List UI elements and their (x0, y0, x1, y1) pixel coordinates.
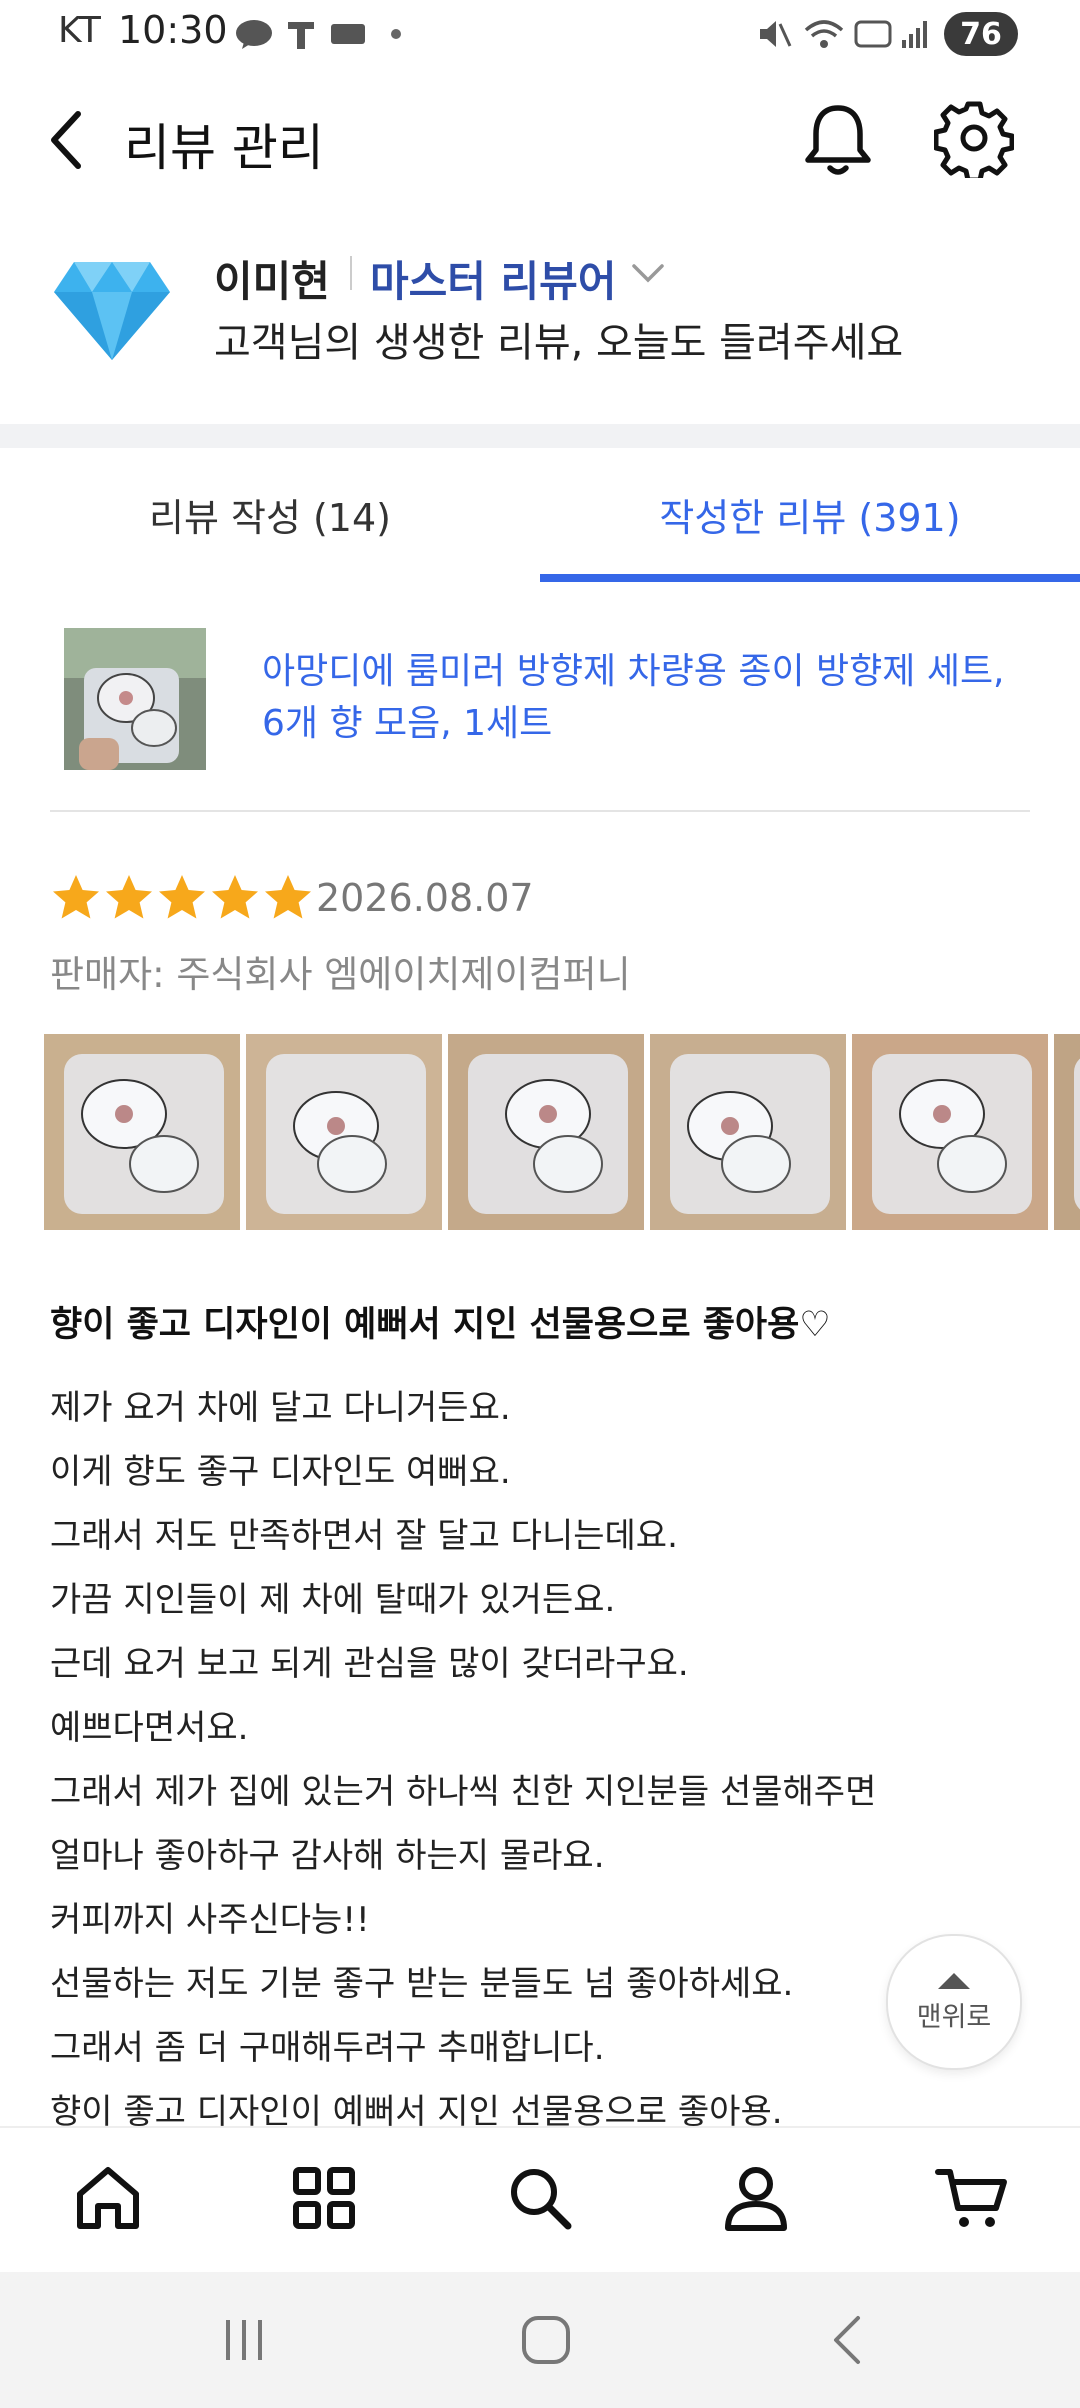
star-icon (53, 875, 99, 919)
back-icon[interactable] (40, 100, 100, 180)
search-icon[interactable] (502, 2160, 578, 2236)
star-icon (159, 875, 205, 919)
back-button-icon[interactable] (826, 2312, 870, 2368)
system-navigation-bar (0, 2272, 1080, 2408)
review-body: 제가 요거 차에 달고 다니거든요. 이게 향도 좋구 디자인도 여뻐요. 그래서 … (50, 1376, 1030, 2144)
gear-icon[interactable] (934, 98, 1014, 178)
review-photo[interactable] (852, 1034, 1048, 1230)
review-body-line: 커피까지 사주신다능!! (50, 1900, 370, 1940)
scroll-to-top-button[interactable]: 맨위로 (886, 1934, 1022, 2070)
page-title: 리뷰 관리 (124, 119, 324, 177)
my-account-icon[interactable] (718, 2160, 794, 2236)
battery-indicator: 76 (944, 12, 1018, 56)
seller-name: 판매자: 주식회사 엠에이치제이컴퍼니 (50, 953, 631, 996)
product-thumbnail[interactable] (64, 628, 206, 770)
review-body-line: 그래서 좀 더 구매해두려구 추매합니다. (50, 2028, 605, 2068)
star-icon (212, 875, 258, 919)
review-photo-image (1074, 1058, 1080, 1210)
review-photo-image (468, 1054, 628, 1214)
arrow-up-icon (938, 1972, 970, 1989)
review-photo[interactable] (650, 1034, 846, 1230)
review-photo[interactable] (1054, 1034, 1080, 1230)
review-date: 2026.08.07 (316, 876, 534, 920)
signal-icon (902, 21, 927, 48)
review-photo-strip[interactable] (44, 1034, 1080, 1230)
review-title: 향이 좋고 디자인이 예뻐서 지인 선물용으로 좋아용♡ (50, 1305, 831, 1345)
bell-icon[interactable] (800, 98, 876, 180)
user-name: 이미현 (214, 257, 330, 306)
review-body-line: 예쁘다면서요. (50, 1708, 249, 1748)
clock: 10:30 (118, 8, 228, 52)
review-photo-image (872, 1054, 1032, 1214)
tab-label: 작성한 리뷰 (391) (659, 495, 961, 540)
star-icon (265, 875, 311, 919)
product-image (64, 628, 206, 770)
tab-label: 리뷰 작성 (14) (148, 495, 391, 540)
scroll-to-top-label: 맨위로 (916, 2001, 992, 2033)
review-photo[interactable] (448, 1034, 644, 1230)
hd-icon (854, 20, 892, 48)
chevron-down-icon[interactable] (630, 258, 666, 288)
battery-level: 76 (960, 16, 1002, 52)
review-photo[interactable] (44, 1034, 240, 1230)
section-separator (0, 424, 1080, 448)
more-notifications-dot (391, 29, 401, 39)
review-photo-image (64, 1054, 224, 1214)
review-body-line: 그래서 제가 집에 있는거 하나씩 친한 지인분들 선물해주면 (50, 1772, 877, 1812)
diamond-icon (54, 262, 170, 360)
profile-message: 고객님의 생생한 리뷰, 오늘도 들려주세요 (214, 320, 904, 366)
review-photo[interactable] (246, 1034, 442, 1230)
review-body-line: 가끔 지인들이 제 차에 탈때가 있거든요. (50, 1580, 616, 1620)
star-icon (106, 875, 152, 919)
product-name-link[interactable]: 아망디에 룸미러 방향제 차량용 종이 방향제 세트, 6개 향 모음, 1세트 (262, 646, 1032, 750)
mute-icon (760, 21, 792, 47)
home-icon[interactable] (70, 2160, 146, 2236)
review-photo-image (670, 1054, 830, 1214)
name-divider (350, 256, 352, 290)
status-bar: KT 10:30 76 (0, 0, 1080, 70)
review-body-line: 선물하는 저도 기분 좋구 받는 분들도 넘 좋아하세요. (50, 1964, 794, 2004)
carrier-label: KT (58, 10, 101, 51)
review-photo-image (266, 1054, 426, 1214)
talk-notification-icon (236, 20, 272, 49)
review-body-line: 그래서 저도 만족하면서 잘 달고 다니는데요. (50, 1516, 678, 1556)
news-notification-icon (331, 24, 365, 44)
review-body-line: 이게 향도 좋구 디자인도 여뻐요. (50, 1452, 511, 1492)
active-tab-indicator (540, 574, 1080, 582)
reviewer-grade[interactable]: 마스터 리뷰어 (370, 248, 616, 309)
cart-icon[interactable] (934, 2160, 1010, 2236)
t-notification-icon (288, 22, 314, 49)
recent-apps-icon[interactable] (220, 2314, 270, 2366)
review-body-line: 얼마나 좋아하구 감사해 하는지 몰라요. (50, 1836, 605, 1876)
review-body-line: 제가 요거 차에 달고 다니거든요. (50, 1388, 511, 1428)
tab-write-review[interactable]: 리뷰 작성 (14) (0, 448, 540, 580)
categories-icon[interactable] (286, 2160, 362, 2236)
wifi-icon (804, 20, 844, 48)
review-body-line: 근데 요거 보고 되게 관심을 많이 갖더라구요. (50, 1644, 689, 1684)
home-button-icon[interactable] (518, 2312, 574, 2368)
tab-written-reviews[interactable]: 작성한 리뷰 (391) (540, 448, 1080, 580)
divider (50, 810, 1030, 812)
star-rating (50, 872, 315, 924)
